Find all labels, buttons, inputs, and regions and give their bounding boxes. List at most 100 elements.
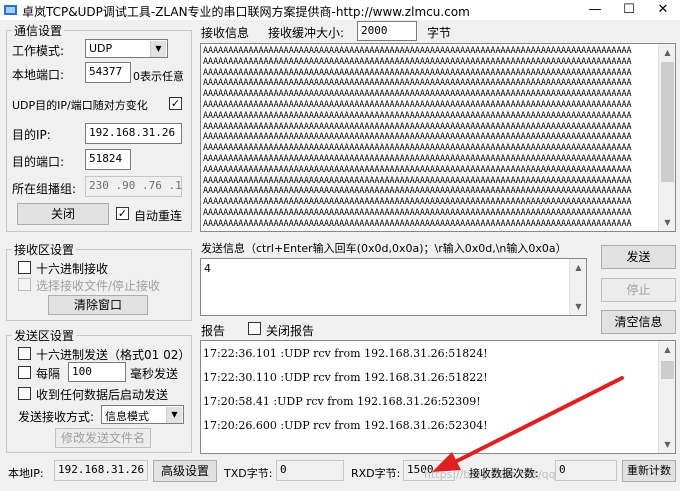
hex-receive-checkbox[interactable] (18, 261, 31, 274)
receive-line: AAAAAAAAAAAAAAAAAAAAAAAAAAAAAAAAAAAAAAAA… (203, 142, 632, 153)
multicast-label: 所在组播组: (12, 182, 77, 196)
title-bar[interactable]: 卓岚TCP&UDP调试工具-ZLAN专业的串口联网方案提供商-http://ww… (0, 0, 680, 20)
maximize-button[interactable]: ☐ (612, 0, 646, 20)
receive-line: AAAAAAAAAAAAAAAAAAAAAAAAAAAAAAAAAAAAAAAA… (203, 206, 632, 217)
dest-port-label: 目的端口: (12, 155, 65, 169)
select-receive-file-label: 选择接收文件/停止接收 (36, 279, 161, 293)
modify-send-file-button[interactable]: 修改发送文件名 (55, 428, 151, 448)
receive-line: AAAAAAAAAAAAAAAAAAAAAAAAAAAAAAAAAAAAAAAA… (203, 109, 632, 120)
scroll-down-icon[interactable]: ▼ (570, 298, 586, 315)
receive-line: AAAAAAAAAAAAAAAAAAAAAAAAAAAAAAAAAAAAAAAA… (203, 98, 632, 109)
hex-receive-label: 十六进制接收 (36, 262, 109, 276)
local-port-label: 本地端口: (12, 68, 65, 82)
chevron-down-icon: ▼ (166, 407, 182, 423)
report-line: 17:20:26.600 :UDP rcv from 192.168.31.26… (203, 419, 488, 432)
send-button[interactable]: 发送 (601, 245, 676, 269)
receive-line: AAAAAAAAAAAAAAAAAAAAAAAAAAAAAAAAAAAAAAAA… (203, 174, 632, 185)
local-port-hint: 0表示任意 (133, 70, 184, 83)
txd-label: TXD字节: (224, 467, 273, 480)
work-mode-select[interactable]: UDP ▼ (85, 39, 168, 58)
scroll-down-icon[interactable]: ▼ (659, 214, 675, 231)
receive-scroll-thumb[interactable] (661, 62, 674, 182)
advanced-settings-button[interactable]: 高级设置 (153, 460, 217, 482)
send-textarea[interactable]: 4 ▲ ▼ (200, 258, 587, 316)
report-line: 17:22:36.101 :UDP rcv from 192.168.31.26… (203, 347, 488, 360)
receive-line: AAAAAAAAAAAAAAAAAAAAAAAAAAAAAAAAAAAAAAAA… (203, 66, 632, 77)
clear-info-button[interactable]: 清空信息 (601, 310, 676, 334)
send-mode-select[interactable]: 信息模式 ▼ (101, 405, 184, 424)
receive-line: AAAAAAAAAAAAAAAAAAAAAAAAAAAAAAAAAAAAAAAA… (203, 196, 632, 207)
work-mode-value: UDP (89, 42, 113, 55)
receive-line: AAAAAAAAAAAAAAAAAAAAAAAAAAAAAAAAAAAAAAAA… (203, 120, 632, 131)
send-after-rx-label: 收到任何数据后启动发送 (36, 388, 169, 402)
receive-line: AAAAAAAAAAAAAAAAAAAAAAAAAAAAAAAAAAAAAAAA… (203, 55, 632, 66)
report-title: 报告 (201, 324, 226, 338)
receive-line: AAAAAAAAAAAAAAAAAAAAAAAAAAAAAAAAAAAAAAAA… (203, 217, 632, 228)
rx-count-label: 接收数据次数: (469, 467, 539, 480)
work-mode-label: 工作模式: (12, 44, 65, 58)
dest-port-input[interactable]: 51824 (85, 149, 131, 170)
local-ip-value: 192.168.31.26 (54, 460, 148, 481)
send-settings-legend: 发送区设置 (12, 327, 77, 344)
report-line: 17:20:58.41 :UDP rcv from 192.168.31.26:… (203, 395, 481, 408)
receive-line: AAAAAAAAAAAAAAAAAAAAAAAAAAAAAAAAAAAAAAAA… (203, 77, 632, 88)
auto-reconnect-checkbox[interactable]: ✓ (116, 207, 129, 220)
buffer-size-input[interactable]: 2000 (357, 21, 417, 41)
receive-lines: AAAAAAAAAAAAAAAAAAAAAAAAAAAAAAAAAAAAAAAA… (201, 44, 659, 230)
receive-info-title: 接收信息 (201, 26, 250, 40)
interval-input[interactable]: 100 (68, 362, 126, 382)
send-mode-value: 信息模式 (105, 410, 149, 423)
receive-line: AAAAAAAAAAAAAAAAAAAAAAAAAAAAAAAAAAAAAAAA… (203, 131, 632, 142)
close-window-button[interactable]: ✕ (646, 0, 680, 20)
send-info-title: 发送信息（ctrl+Enter输入回车(0x0d,0x0a)；\r输入0x0d,… (201, 242, 567, 255)
txd-value: 0 (276, 460, 344, 481)
send-text-value: 4 (204, 262, 211, 275)
scroll-up-icon[interactable]: ▲ (659, 341, 675, 358)
receive-line: AAAAAAAAAAAAAAAAAAAAAAAAAAAAAAAAAAAAAAAA… (203, 88, 632, 99)
dest-ip-label: 目的IP: (12, 128, 51, 142)
udp-follow-label: UDP目的IP/端口随对方变化 (12, 99, 148, 112)
every-label: 每隔 (36, 367, 61, 381)
receive-line: AAAAAAAAAAAAAAAAAAAAAAAAAAAAAAAAAAAAAAAA… (203, 185, 632, 196)
receive-textarea[interactable]: AAAAAAAAAAAAAAAAAAAAAAAAAAAAAAAAAAAAAAAA… (200, 43, 676, 232)
receive-line: AAAAAAAAAAAAAAAAAAAAAAAAAAAAAAAAAAAAAAAA… (203, 163, 632, 174)
udp-follow-checkbox[interactable]: ✓ (169, 97, 182, 110)
send-mode-label: 发送接收方式: (18, 410, 95, 424)
scroll-up-icon[interactable]: ▲ (570, 259, 586, 276)
receive-scrollbar[interactable]: ▲ ▼ (658, 44, 675, 231)
chevron-down-icon: ▼ (150, 41, 166, 57)
receive-settings-legend: 接收区设置 (12, 241, 77, 258)
report-scrollbar[interactable]: ▲ ▼ (658, 341, 675, 453)
comm-settings-legend: 通信设置 (12, 22, 65, 39)
select-receive-file-checkbox[interactable] (18, 278, 31, 291)
timed-send-checkbox[interactable] (18, 366, 31, 379)
hex-send-checkbox[interactable] (18, 347, 31, 360)
report-line: 17:22:30.110 :UDP rcv from 192.168.31.26… (203, 371, 488, 384)
scroll-up-icon[interactable]: ▲ (659, 44, 675, 61)
scroll-down-icon[interactable]: ▼ (659, 436, 675, 453)
buffer-size-label: 接收缓冲大小: (268, 26, 345, 40)
report-scroll-thumb[interactable] (661, 361, 674, 379)
multicast-input[interactable]: 230 .90 .76 .1 (85, 176, 182, 197)
minimize-button[interactable]: — (578, 0, 612, 20)
local-port-input[interactable]: 54377 (85, 62, 131, 83)
receive-line: AAAAAAAAAAAAAAAAAAAAAAAAAAAAAAAAAAAAAAAA… (203, 45, 632, 55)
close-connection-button[interactable]: 关闭 (17, 203, 109, 225)
local-ip-label: 本地IP: (8, 467, 44, 480)
hex-send-label: 十六进制发送（格式01 02） (36, 348, 191, 362)
rx-count-value: 0 (555, 460, 617, 481)
send-scrollbar[interactable]: ▲ ▼ (569, 259, 586, 315)
clear-window-button[interactable]: 清除窗口 (48, 295, 148, 315)
app-icon (4, 5, 17, 15)
send-after-rx-checkbox[interactable] (18, 387, 31, 400)
rxd-label: RXD字节: (351, 467, 401, 480)
buffer-unit-label: 字节 (427, 26, 452, 40)
recount-button[interactable]: 重新计数 (622, 460, 676, 482)
close-report-checkbox[interactable] (248, 322, 261, 335)
dest-ip-input[interactable]: 192.168.31.26 (85, 123, 182, 144)
window-title: 卓岚TCP&UDP调试工具-ZLAN专业的串口联网方案提供商-http://ww… (22, 5, 470, 19)
ms-send-label: 毫秒发送 (130, 367, 179, 381)
report-textarea[interactable]: 17:22:36.101 :UDP rcv from 192.168.31.26… (200, 340, 676, 454)
auto-reconnect-label: 自动重连 (134, 209, 183, 223)
stop-button[interactable]: 停止 (601, 278, 676, 302)
